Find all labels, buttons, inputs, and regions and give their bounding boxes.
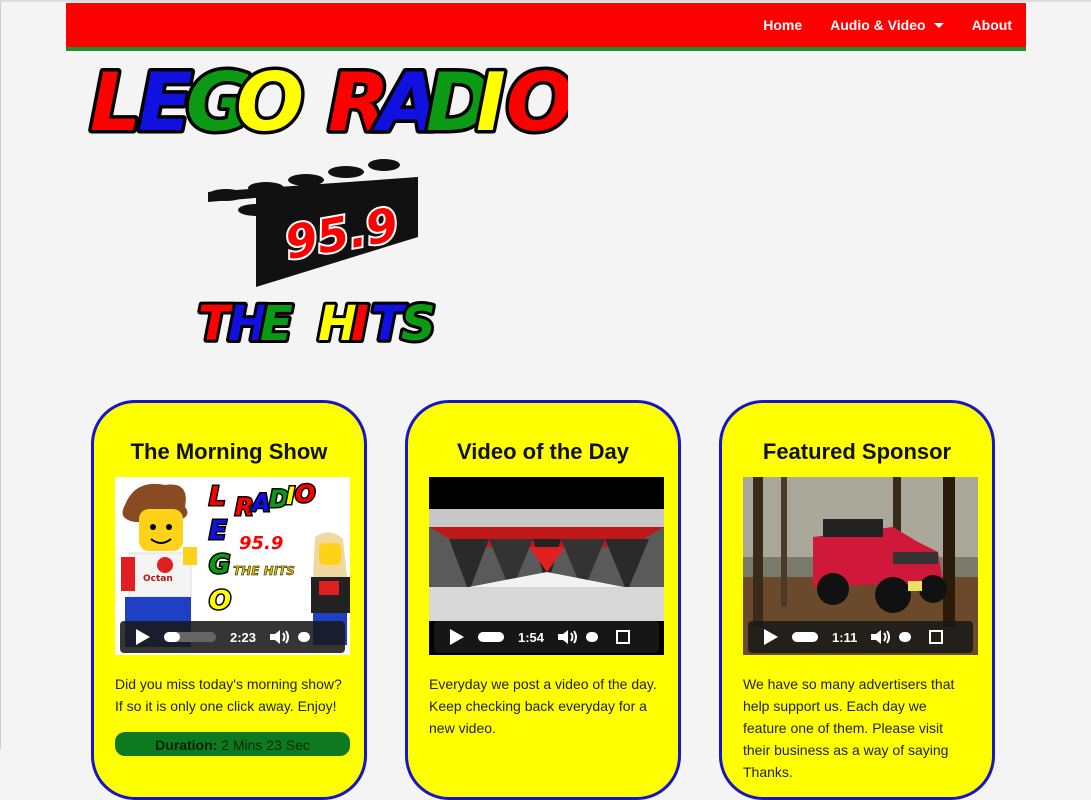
thumb-logo-letter: E	[209, 516, 227, 546]
audio-player[interactable]: L E G O R A D I O 95.9 THE HITS Octan 2:…	[115, 477, 350, 655]
logo-letter: E	[260, 296, 293, 352]
card-description: Everyday we post a video of the day. Kee…	[429, 676, 657, 736]
nav-home-label: Home	[763, 17, 803, 33]
volume-slider[interactable]	[586, 632, 599, 642]
card-video-of-the-day: Video of the Day 1:54 Everyday we post a…	[405, 400, 681, 800]
thumb-shirt-text: Octan	[143, 574, 173, 584]
thumb-logo-letter: A	[250, 489, 271, 517]
site-logo[interactable]: L E G O R A D I O 95.9 T H E H I T S	[88, 62, 568, 352]
logo-letter: I	[476, 62, 506, 149]
logo-letter: I	[351, 296, 369, 352]
nav-home-link[interactable]: Home	[749, 17, 816, 33]
nav-menu: Home Audio & Video About	[749, 3, 1026, 47]
nav-about-link[interactable]: About	[958, 17, 1026, 33]
logo-letter: O	[506, 62, 568, 149]
logo-letter: S	[401, 296, 436, 352]
nav-audio-video-label: Audio & Video	[830, 17, 926, 33]
card-title: Video of the Day	[457, 439, 629, 464]
player-time: 2:23	[230, 629, 257, 645]
card-description: Did you miss today's morning show? If so…	[115, 676, 342, 714]
progress-slider[interactable]	[792, 632, 818, 642]
logo-letter: L	[90, 62, 141, 149]
top-navbar: Home Audio & Video About	[66, 3, 1026, 51]
page-top-edge	[0, 0, 1091, 2]
volume-icon[interactable]	[556, 628, 578, 646]
thumb-logo-letter: O	[295, 480, 315, 508]
thumb-logo-letter: R	[235, 493, 253, 521]
logo-letter: E	[138, 62, 193, 149]
play-icon[interactable]	[764, 629, 778, 645]
video-player[interactable]: 1:11	[743, 477, 978, 655]
card-title: The Morning Show	[130, 439, 328, 464]
volume-icon[interactable]	[268, 628, 290, 646]
volume-icon[interactable]	[869, 628, 891, 646]
nav-audio-video-dropdown[interactable]: Audio & Video	[816, 17, 957, 33]
progress-slider[interactable]	[164, 632, 216, 642]
thumb-logo-letter: L	[209, 482, 226, 512]
card-featured-sponsor: Featured Sponsor 1:11 We have so many ad…	[719, 400, 995, 800]
video-player[interactable]: 1:54	[429, 477, 664, 655]
player-controls: 1:54	[434, 621, 659, 653]
play-icon[interactable]	[450, 629, 464, 645]
card-title: Featured Sponsor	[762, 439, 952, 464]
thumb-logo-letter: G	[209, 550, 230, 580]
caret-down-icon	[933, 23, 944, 28]
player-controls: 2:23	[120, 621, 345, 653]
player-time: 1:11	[832, 629, 858, 645]
volume-slider[interactable]	[298, 632, 311, 642]
thumb-tagline: THE HITS	[233, 564, 295, 578]
play-icon[interactable]	[136, 629, 150, 645]
duration-value: 2 Mins 23 Sec	[221, 737, 310, 753]
card-description: We have so many advertisers that help su…	[743, 676, 955, 780]
page-edge	[0, 0, 1, 749]
thumb-logo-letter: I	[286, 482, 295, 510]
card-morning-show: The Morning Show L E G O R A D I O 95.9 …	[91, 400, 367, 800]
duration-bar: Duration: 2 Mins 23 Sec	[115, 732, 350, 756]
player-controls: 1:11	[748, 621, 973, 653]
nav-about-label: About	[971, 17, 1012, 33]
volume-slider[interactable]	[899, 632, 912, 642]
progress-slider[interactable]	[478, 632, 504, 642]
duration-label: Duration:	[155, 737, 218, 753]
logo-letter: O	[236, 62, 304, 149]
player-time: 1:54	[518, 629, 545, 645]
thumb-logo-letter: O	[209, 586, 231, 616]
fullscreen-icon[interactable]	[929, 630, 944, 644]
fullscreen-icon[interactable]	[616, 630, 631, 644]
thumb-frequency: 95.9	[239, 533, 283, 554]
